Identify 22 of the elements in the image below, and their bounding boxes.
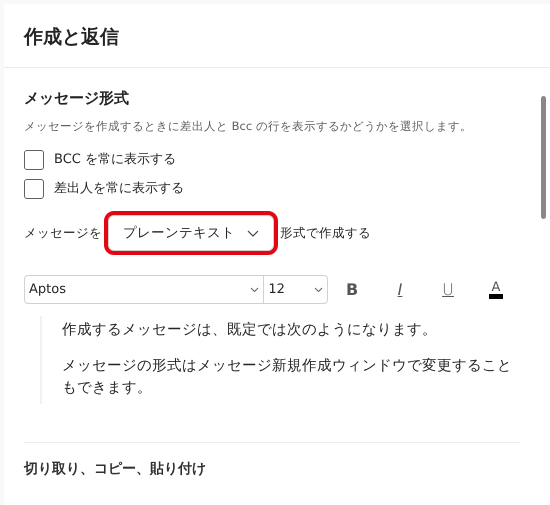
section-description: メッセージを作成するときに差出人と Bcc の行を表示するかどうかを選択します。	[24, 118, 472, 135]
chevron-down-icon	[247, 230, 259, 237]
compose-suffix-label: 形式で作成する	[280, 224, 371, 242]
font-color-button[interactable]: A	[472, 275, 520, 304]
underline-button[interactable]: U	[424, 275, 472, 304]
chevron-down-icon	[250, 286, 260, 293]
preview-text: メッセージの形式はメッセージ新規作成ウィンドウで変更することもできます。	[62, 356, 513, 398]
checkbox-label[interactable]: 差出人を常に表示する	[54, 179, 184, 198]
page-title: 作成と返信	[24, 26, 119, 49]
section-heading: 切り取り、コピー、貼り付け	[24, 460, 206, 478]
italic-button[interactable]: I	[376, 275, 424, 304]
bold-button[interactable]: B	[328, 275, 376, 304]
checkbox[interactable]	[24, 150, 44, 170]
section-heading: メッセージ形式	[24, 88, 129, 109]
checkbox[interactable]	[24, 178, 44, 199]
font-select[interactable]: Aptos	[24, 275, 264, 304]
compose-prefix-label: メッセージを	[24, 224, 102, 242]
checkbox-label[interactable]: BCC を常に表示する	[54, 150, 176, 170]
preview-text: 作成するメッセージは、既定では次のようになります。	[62, 320, 438, 340]
scrollbar-thumb[interactable]	[541, 96, 546, 219]
chevron-down-icon	[314, 286, 324, 293]
font-size-select[interactable]: 12	[264, 275, 328, 304]
